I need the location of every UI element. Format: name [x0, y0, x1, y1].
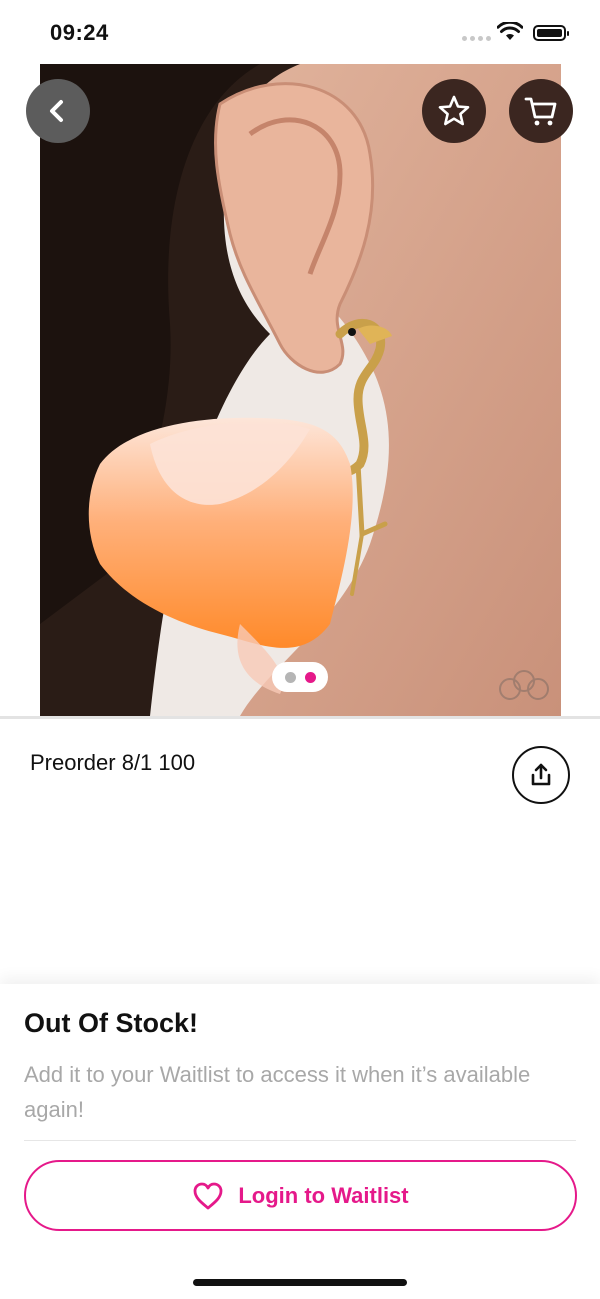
battery-icon: [533, 25, 569, 41]
cart-button[interactable]: [509, 79, 573, 143]
wifi-icon: [497, 22, 523, 40]
favorite-button[interactable]: [422, 79, 486, 143]
image-pager[interactable]: [272, 662, 328, 692]
home-indicator[interactable]: [193, 1279, 407, 1286]
share-icon: [531, 763, 551, 786]
cart-icon: [524, 97, 557, 126]
product-image[interactable]: [40, 64, 561, 716]
back-button[interactable]: [26, 79, 90, 143]
share-button[interactable]: [512, 746, 570, 804]
divider: [24, 1140, 576, 1141]
login-to-waitlist-button[interactable]: Login to Waitlist: [24, 1160, 577, 1231]
out-of-stock-message: Add it to your Waitlist to access it whe…: [24, 1062, 531, 1122]
signal-icon: [462, 36, 491, 41]
pager-dot[interactable]: [284, 671, 296, 683]
star-icon: [438, 95, 470, 126]
out-of-stock-title: Out Of Stock!: [24, 1008, 198, 1038]
divider: [0, 716, 600, 719]
pager-dot-active[interactable]: [304, 671, 316, 683]
status-time: 09:24: [50, 20, 109, 45]
waitlist-button-label: Login to Waitlist: [238, 1182, 409, 1208]
heart-icon: [193, 1182, 223, 1209]
chevron-left-icon: [50, 100, 63, 122]
product-title: Preorder 8/1 100: [30, 750, 196, 775]
status-bar: 09:24: [0, 0, 600, 64]
